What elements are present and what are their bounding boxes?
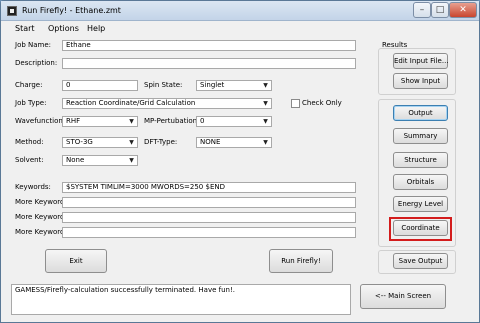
chevron-down-icon: ▼	[129, 118, 134, 125]
solvent-value: None	[66, 156, 85, 164]
menu-help[interactable]: Help	[87, 24, 105, 33]
output-button[interactable]: Output	[393, 105, 448, 121]
orbitals-button[interactable]: Orbitals	[393, 174, 448, 190]
job-type-label: Job Type:	[15, 99, 47, 107]
title-bar: Run Firefly! - Ethane.zmt – □ ✕	[1, 1, 479, 21]
more-keywords-input[interactable]	[62, 212, 356, 223]
status-message: GAMESS/Firefly-calculation successfully …	[11, 284, 351, 315]
dft-type-select[interactable]: NONE ▼	[196, 137, 272, 148]
save-output-button[interactable]: Save Output	[393, 253, 448, 269]
keywords-label: Keywords:	[15, 183, 51, 191]
job-type-select[interactable]: Reaction Coordinate/Grid Calculation ▼	[62, 98, 272, 109]
menu-options[interactable]: Options	[48, 24, 79, 33]
main-screen-button[interactable]: <-- Main Screen	[360, 284, 446, 309]
run-firefly-window: Run Firefly! - Ethane.zmt – □ ✕ Start Op…	[0, 0, 480, 323]
charge-input[interactable]: 0	[62, 80, 138, 91]
wavefunction-value: RHF	[66, 117, 81, 125]
mp-pertubation-label: MP-Pertubation:	[144, 117, 200, 125]
chevron-down-icon: ▼	[263, 100, 268, 107]
show-input-button[interactable]: Show Input	[393, 73, 448, 89]
chevron-down-icon: ▼	[263, 139, 268, 146]
chevron-down-icon: ▼	[263, 82, 268, 89]
job-type-value: Reaction Coordinate/Grid Calculation	[66, 99, 196, 107]
more-keywords-label: More Keywords	[15, 228, 69, 236]
chevron-down-icon: ▼	[129, 157, 134, 164]
spin-state-label: Spin State:	[144, 81, 183, 89]
more-keywords-label: More Keywords	[15, 213, 69, 221]
solvent-select[interactable]: None ▼	[62, 155, 138, 166]
charge-label: Charge:	[15, 81, 43, 89]
description-input[interactable]	[62, 58, 356, 69]
method-value: STO-3G	[66, 138, 93, 146]
minimize-button[interactable]: –	[413, 2, 431, 18]
keywords-input[interactable]: $SYSTEM TIMLIM=3000 MWORDS=250 $END	[62, 182, 356, 193]
job-name-label: Job Name:	[15, 41, 52, 49]
structure-button[interactable]: Structure	[393, 152, 448, 168]
app-icon	[7, 6, 17, 16]
description-label: Description:	[15, 59, 58, 67]
menu-bar: Start Options Help	[1, 22, 479, 36]
edit-input-file-button[interactable]: Edit Input File...	[393, 53, 449, 69]
method-select[interactable]: STO-3G ▼	[62, 137, 138, 148]
run-firefly-button[interactable]: Run Firefly!	[269, 249, 333, 273]
chevron-down-icon: ▼	[263, 118, 268, 125]
mp-pertubation-value: 0	[200, 117, 205, 125]
dft-type-value: NONE	[200, 138, 221, 146]
wavefunction-label: Wavefunction:	[15, 117, 66, 125]
check-only-checkbox[interactable]	[291, 99, 300, 108]
spin-state-value: Singlet	[200, 81, 225, 89]
more-keywords-label: More Keywords	[15, 198, 69, 206]
method-label: Method:	[15, 138, 44, 146]
energy-level-button[interactable]: Energy Level	[393, 196, 448, 212]
mp-pertubation-select[interactable]: 0 ▼	[196, 116, 272, 127]
spin-state-select[interactable]: Singlet ▼	[196, 80, 272, 91]
exit-button[interactable]: Exit	[45, 249, 107, 273]
chevron-down-icon: ▼	[129, 139, 134, 146]
wavefunction-select[interactable]: RHF ▼	[62, 116, 138, 127]
job-name-input[interactable]: Ethane	[62, 40, 356, 51]
more-keywords-input[interactable]	[62, 197, 356, 208]
solvent-label: Solvent:	[15, 156, 44, 164]
maximize-button[interactable]: □	[431, 2, 449, 18]
check-only-label: Check Only	[302, 99, 342, 107]
more-keywords-input[interactable]	[62, 227, 356, 238]
dft-type-label: DFT-Type:	[144, 138, 178, 146]
summary-button[interactable]: Summary	[393, 128, 448, 144]
window-title: Run Firefly! - Ethane.zmt	[22, 6, 121, 15]
menu-start[interactable]: Start	[15, 24, 35, 33]
coordinate-highlight-box	[389, 217, 452, 241]
close-button[interactable]: ✕	[449, 2, 477, 18]
